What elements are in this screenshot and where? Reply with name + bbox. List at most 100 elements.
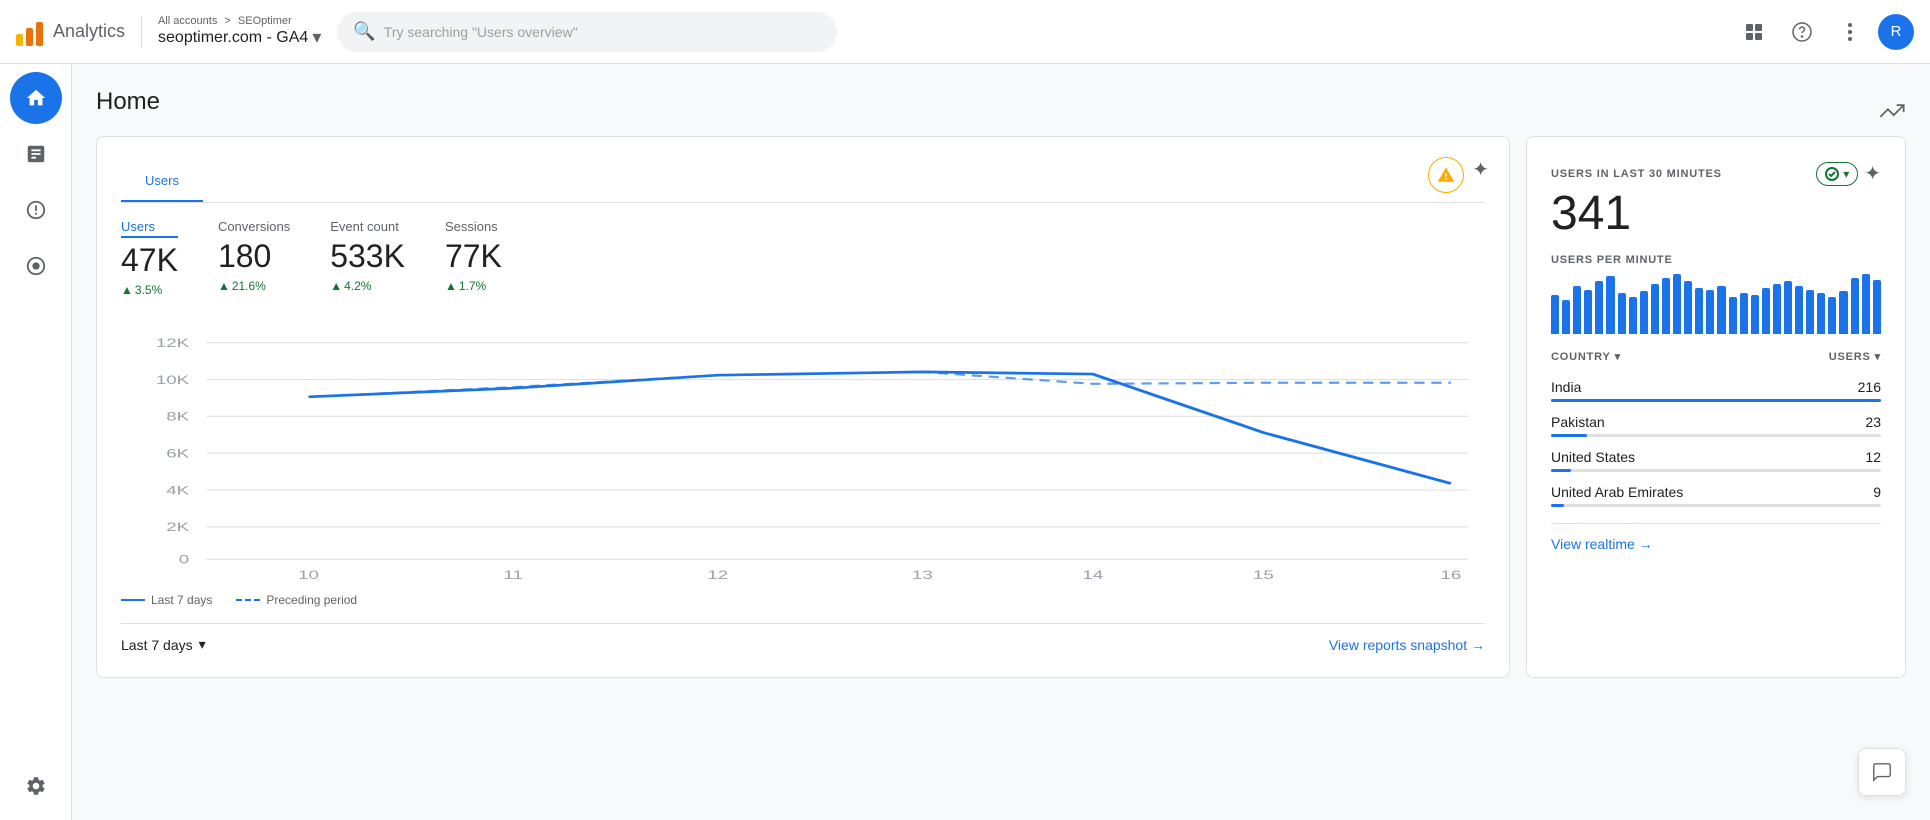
arrow-up-icon-4: ▲ [445, 279, 457, 293]
bar-item [1717, 286, 1725, 334]
bar-item [1606, 276, 1614, 334]
sidebar-item-reports[interactable] [10, 128, 62, 180]
legend-preceding: Preceding period [236, 593, 357, 607]
chevron-down-icon-4: ▾ [1615, 350, 1621, 363]
chat-bubble[interactable] [1858, 748, 1906, 796]
bar-item [1695, 288, 1703, 334]
breadcrumb-sub: SEOptimer [238, 15, 292, 27]
svg-text:14: 14 [1082, 569, 1103, 581]
more-button[interactable] [1830, 12, 1870, 52]
app-body: Home Users [0, 64, 1930, 820]
main-content: Home Users [72, 64, 1930, 820]
metric-conversions[interactable]: Conversions 180 ▲ 21.6% [218, 219, 290, 297]
search-icon: 🔍 [353, 21, 375, 42]
search-bar[interactable]: 🔍 Try searching "Users overview" [337, 12, 837, 52]
bar-item [1839, 291, 1847, 334]
metric-sessions-value: 77K [445, 238, 502, 275]
legend-preceding-label: Preceding period [266, 593, 357, 607]
sidebar-bottom [10, 760, 62, 812]
bar-item [1584, 290, 1592, 334]
svg-text:10K: 10K [156, 374, 190, 387]
list-item: Pakistan 23 [1551, 414, 1881, 437]
country-table-header: COUNTRY ▾ USERS ▾ [1551, 350, 1881, 367]
apps-button[interactable] [1734, 12, 1774, 52]
bar-item [1562, 300, 1570, 334]
avatar[interactable]: R [1878, 14, 1914, 50]
country-column-header[interactable]: COUNTRY ▾ [1551, 350, 1621, 363]
sidebar-item-advertising[interactable] [10, 240, 62, 292]
svg-text:Jul: Jul [297, 580, 321, 581]
metric-events-change: ▲ 4.2% [330, 279, 405, 293]
sidebar-item-explore[interactable] [10, 184, 62, 236]
help-button[interactable] [1782, 12, 1822, 52]
sidebar-item-settings[interactable] [10, 760, 62, 812]
progress-bar [1551, 504, 1881, 507]
main-chart-card: Users ✦ Users 47K [96, 136, 1510, 678]
app-title: Analytics [53, 21, 125, 42]
arrow-up-icon: ▲ [121, 283, 133, 297]
arrow-up-icon-3: ▲ [330, 279, 342, 293]
bar-item [1851, 278, 1859, 334]
property-selector[interactable]: seoptimer.com - GA4 ▾ [158, 27, 321, 48]
bar-item [1673, 274, 1681, 334]
users-column-header[interactable]: USERS ▾ [1829, 350, 1881, 363]
view-realtime-link[interactable]: View realtime → [1551, 536, 1881, 552]
metric-sessions[interactable]: Sessions 77K ▲ 1.7% [445, 219, 502, 297]
tab-users[interactable]: Users [121, 161, 203, 202]
country-user-count: 23 [1865, 414, 1881, 430]
realtime-header-label: USERS IN LAST 30 MINUTES [1551, 168, 1722, 180]
country-row-data: India 216 [1551, 379, 1881, 395]
sparkle-icon[interactable]: ✦ [1472, 157, 1489, 193]
view-reports-link[interactable]: View reports snapshot → [1329, 637, 1485, 653]
card-icons: ✦ [1428, 157, 1489, 193]
users-per-min-label: USERS PER MINUTE [1551, 254, 1881, 266]
list-item: United States 12 [1551, 449, 1881, 472]
progress-bar [1551, 469, 1881, 472]
country-user-count: 9 [1873, 484, 1881, 500]
trend-icon[interactable] [1878, 97, 1906, 128]
metric-events[interactable]: Event count 533K ▲ 4.2% [330, 219, 405, 297]
breadcrumb-all-accounts[interactable]: All accounts [158, 15, 217, 27]
bar-chart [1551, 274, 1881, 334]
logo-bar-3 [36, 22, 43, 46]
realtime-status-btn[interactable]: ▾ [1816, 162, 1858, 186]
dashboard-grid: Users ✦ Users 47K [96, 136, 1906, 678]
bar-item [1640, 291, 1648, 334]
sparkle-icon-2[interactable]: ✦ [1864, 161, 1881, 186]
arrow-up-icon-2: ▲ [218, 279, 230, 293]
realtime-count: 341 [1551, 190, 1881, 238]
metric-users-value: 47K [121, 242, 178, 279]
bar-item [1729, 297, 1737, 334]
warning-icon-btn[interactable] [1428, 157, 1464, 193]
progress-bar-fill [1551, 469, 1571, 472]
bar-item [1629, 297, 1637, 334]
date-selector[interactable]: Last 7 days ▾ [121, 636, 206, 653]
bar-item [1773, 284, 1781, 334]
country-row-data: Pakistan 23 [1551, 414, 1881, 430]
metric-users[interactable]: Users 47K ▲ 3.5% [121, 219, 178, 297]
bar-item [1873, 280, 1881, 334]
breadcrumb-sep: > [224, 15, 233, 27]
legend-line-dashed [236, 599, 260, 601]
chart-container: 12K 10K 8K 6K 4K 2K 0 10 Jul 11 12 13 14 [121, 321, 1485, 581]
bar-item [1706, 290, 1714, 334]
country-user-count: 216 [1858, 379, 1881, 395]
progress-bar-fill [1551, 434, 1587, 437]
chevron-down-icon-3: ▾ [1843, 167, 1849, 181]
sidebar-item-home[interactable] [10, 72, 62, 124]
bar-item [1684, 281, 1692, 334]
svg-text:8K: 8K [166, 411, 190, 424]
realtime-icons: ▾ ✦ [1816, 161, 1881, 186]
metric-users-label: Users [121, 219, 178, 238]
metric-conversions-value: 180 [218, 238, 290, 275]
list-item: United Arab Emirates 9 [1551, 484, 1881, 507]
legend-line-solid [121, 599, 145, 601]
legend-last7-label: Last 7 days [151, 593, 212, 607]
bar-item [1751, 295, 1759, 334]
progress-bar [1551, 399, 1881, 402]
breadcrumb: All accounts > SEOptimer [158, 15, 321, 27]
svg-text:0: 0 [179, 554, 190, 567]
chevron-down-icon-2: ▾ [199, 636, 206, 653]
country-rows: India 216 Pakistan 23 United States 12 U… [1551, 379, 1881, 507]
metric-sessions-change: ▲ 1.7% [445, 279, 502, 293]
